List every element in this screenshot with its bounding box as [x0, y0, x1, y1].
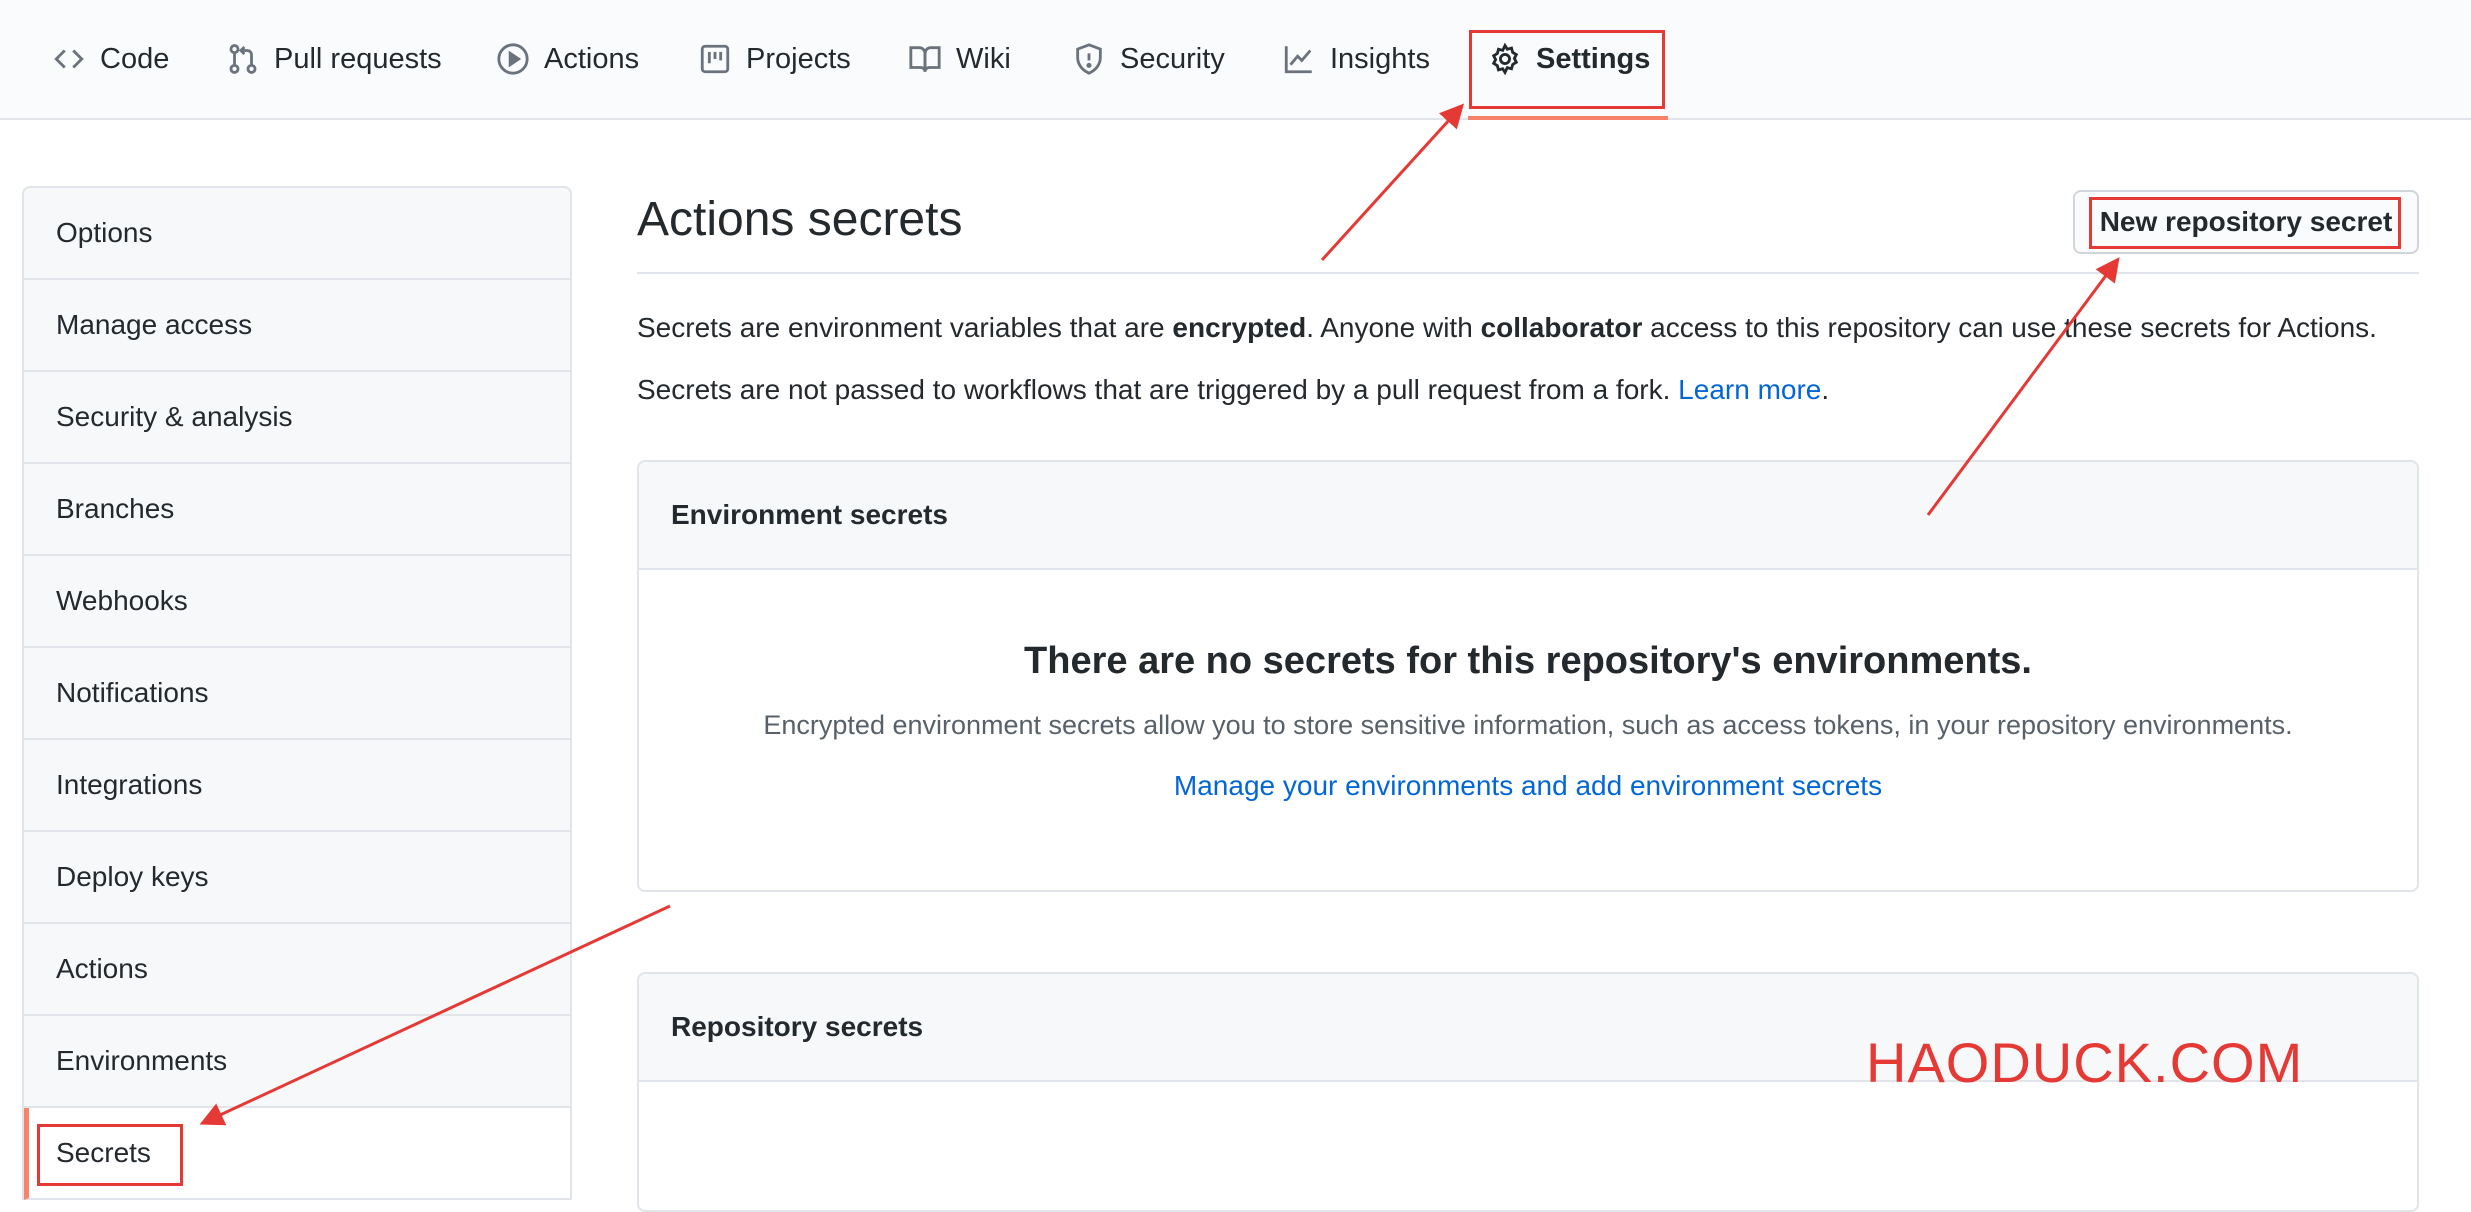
graph-icon — [1282, 42, 1316, 76]
sidebar-item-label: Manage access — [56, 309, 253, 340]
sidebar-item-label: Integrations — [56, 769, 203, 800]
sidebar-item-label: Environments — [56, 1045, 228, 1076]
arrow-to-settings — [1320, 103, 1465, 262]
description-text: Secrets are environment variables that a… — [637, 312, 1173, 343]
sidebar-item-label: Webhooks — [56, 585, 188, 616]
sidebar-item-manage-access[interactable]: Manage access — [24, 280, 570, 372]
sidebar-item-security-analysis[interactable]: Security & analysis — [24, 372, 570, 464]
book-icon — [908, 42, 942, 76]
settings-sidebar: Options Manage access Security & analysi… — [22, 186, 572, 1200]
description-text: . Anyone with — [1306, 312, 1481, 343]
secrets-description: Secrets are environment variables that a… — [637, 312, 2377, 344]
tab-label: Security — [1120, 42, 1225, 75]
sidebar-item-environments[interactable]: Environments — [24, 1016, 570, 1108]
repo-nav-bar: Code Pull requests Actions Projects Wiki… — [0, 0, 2471, 120]
tab-label: Insights — [1330, 42, 1430, 75]
sidebar-item-label: Branches — [56, 493, 175, 524]
project-icon — [698, 42, 732, 76]
new-repository-secret-button[interactable]: New repository secret — [2073, 190, 2419, 254]
sidebar-item-secrets[interactable]: Secrets — [24, 1108, 570, 1200]
tab-code[interactable]: Code — [52, 0, 169, 118]
fork-notice-suffix: . — [1821, 374, 1830, 405]
tab-label: Code — [100, 42, 170, 75]
tab-insights[interactable]: Insights — [1282, 0, 1430, 118]
tab-pull-requests[interactable]: Pull requests — [226, 0, 442, 118]
manage-environments-link[interactable]: Manage your environments and add environ… — [1174, 770, 1882, 801]
empty-state-text: Encrypted environment secrets allow you … — [763, 710, 2293, 740]
tab-label: Pull requests — [274, 42, 442, 75]
sidebar-item-options[interactable]: Options — [24, 188, 570, 280]
fork-notice: Secrets are not passed to workflows that… — [637, 374, 1829, 406]
shield-icon — [1072, 42, 1106, 76]
title-divider — [637, 272, 2419, 274]
gear-icon — [1488, 42, 1522, 76]
sidebar-item-deploy-keys[interactable]: Deploy keys — [24, 832, 570, 924]
sidebar-item-integrations[interactable]: Integrations — [24, 740, 570, 832]
description-bold: collaborator — [1480, 312, 1643, 343]
learn-more-link[interactable]: Learn more — [1678, 374, 1821, 405]
sidebar-item-label: Options — [56, 217, 153, 248]
sidebar-item-label: Actions — [56, 953, 148, 984]
tab-settings[interactable]: Settings — [1488, 0, 1650, 118]
play-icon — [496, 42, 530, 76]
tab-label: Settings — [1536, 42, 1651, 75]
description-bold: encrypted — [1172, 312, 1307, 343]
code-icon — [52, 42, 86, 76]
sidebar-item-actions[interactable]: Actions — [24, 924, 570, 1016]
tab-actions[interactable]: Actions — [496, 0, 639, 118]
environment-secrets-header: Environment secrets — [639, 462, 2417, 570]
environment-secrets-box: Environment secrets There are no secrets… — [637, 460, 2419, 892]
sidebar-item-notifications[interactable]: Notifications — [24, 648, 570, 740]
sidebar-item-label: Secrets — [56, 1137, 151, 1168]
watermark: HAODUCK.COM — [1866, 1031, 2304, 1094]
tab-projects[interactable]: Projects — [698, 0, 851, 118]
tab-label: Actions — [544, 42, 640, 75]
active-tab-indicator — [1468, 116, 1668, 120]
tab-wiki[interactable]: Wiki — [908, 0, 1011, 118]
empty-state-title: There are no secrets for this repository… — [1024, 640, 2032, 682]
tab-label: Wiki — [956, 42, 1011, 75]
tab-label: Projects — [746, 42, 851, 75]
sidebar-item-branches[interactable]: Branches — [24, 464, 570, 556]
page-title: Actions secrets — [637, 193, 963, 246]
sidebar-item-webhooks[interactable]: Webhooks — [24, 556, 570, 648]
sidebar-item-label: Deploy keys — [56, 861, 209, 892]
sidebar-item-label: Notifications — [56, 677, 209, 708]
tab-security[interactable]: Security — [1072, 0, 1225, 118]
pull-request-icon — [226, 42, 260, 76]
sidebar-item-label: Security & analysis — [56, 401, 293, 432]
fork-notice-text: Secrets are not passed to workflows that… — [637, 374, 1679, 405]
description-text: access to this repository can use these … — [1642, 312, 2377, 343]
